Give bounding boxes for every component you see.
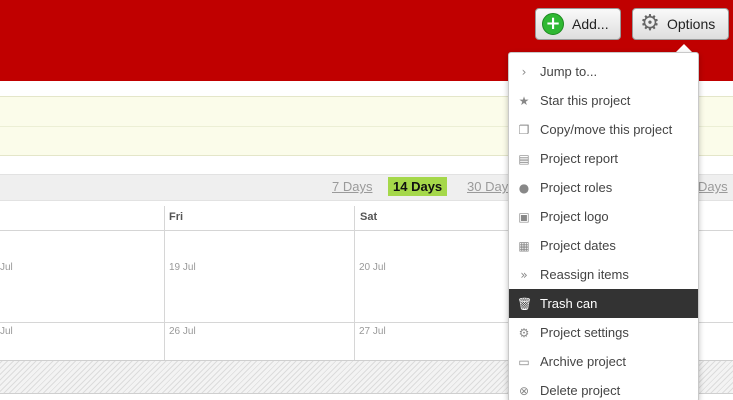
menu-item-reassign-items[interactable]: » Reassign items [509,260,698,289]
plus-circle-icon: + [542,13,564,35]
menu-item-project-logo[interactable]: ▣ Project logo [509,202,698,231]
bar-chart-icon: ▤ [518,151,530,166]
menu-item-label: Project dates [540,238,616,253]
menu-item-label: Project logo [540,209,609,224]
menu-item-copy-move-project[interactable]: ❐ Copy/move this project [509,115,698,144]
menu-item-label: Reassign items [540,267,629,282]
calendar-column-divider [354,206,355,360]
calendar-date: 26 Jul [169,326,196,337]
calendar-date: 19 Jul [169,262,196,273]
menu-item-jump-to[interactable]: › Jump to... [509,57,698,86]
menu-item-project-dates[interactable]: ▦ Project dates [509,231,698,260]
day-header-fri: Fri [169,211,184,223]
people-icon: ● [518,180,530,195]
menu-item-trash-can[interactable]: 🗑 Trash can [509,289,698,318]
copy-icon: ❐ [518,122,530,137]
options-button[interactable]: ⚙ Options [632,8,729,40]
double-chevron-icon: » [520,267,528,282]
calendar-date: Jul [0,326,13,337]
trash-icon: 🗑 [517,296,533,311]
menu-item-label: Project report [540,151,619,166]
star-icon: ★ [518,93,530,108]
day-header-sat: Sat [360,211,378,223]
options-dropdown-menu: › Jump to... ★ Star this project ❐ Copy/… [508,52,699,400]
menu-item-label: Project roles [540,180,613,195]
chevron-right-icon: › [521,64,527,79]
menu-item-project-settings[interactable]: ⚙ Project settings [509,318,698,347]
options-button-label: Options [667,16,716,32]
folder-icon: ▭ [518,354,530,369]
menu-item-label: Copy/move this project [540,122,673,137]
menu-item-label: Project settings [540,325,629,340]
calendar-column-divider [164,206,165,360]
gear-icon: ⚙ [640,11,660,36]
calendar-date: 20 Jul [359,262,386,273]
add-button-label: Add... [572,16,609,32]
menu-item-delete-project[interactable]: ⊗ Delete project [509,376,698,400]
calendar-date: 27 Jul [359,326,386,337]
gear-icon: ⚙ [518,325,530,340]
range-14-days-selected[interactable]: 14 Days [388,177,448,196]
calendar-date: Jul [0,262,13,273]
menu-item-label: Jump to... [540,64,598,79]
menu-item-star-project[interactable]: ★ Star this project [509,86,698,115]
menu-item-label: Delete project [540,383,621,398]
calendar-icon: ▦ [518,238,530,253]
menu-item-label: Archive project [540,354,626,369]
menu-item-label: Trash can [540,296,598,311]
image-icon: ▣ [518,209,530,224]
menu-item-project-report[interactable]: ▤ Project report [509,144,698,173]
delete-icon: ⊗ [518,383,530,398]
add-button[interactable]: + Add... [535,8,621,40]
menu-item-project-roles[interactable]: ● Project roles [509,173,698,202]
range-7-days-link[interactable]: 7 Days [332,179,372,194]
range-more-days-link[interactable]: Days [698,179,728,194]
menu-item-label: Star this project [540,93,631,108]
menu-item-archive-project[interactable]: ▭ Archive project [509,347,698,376]
